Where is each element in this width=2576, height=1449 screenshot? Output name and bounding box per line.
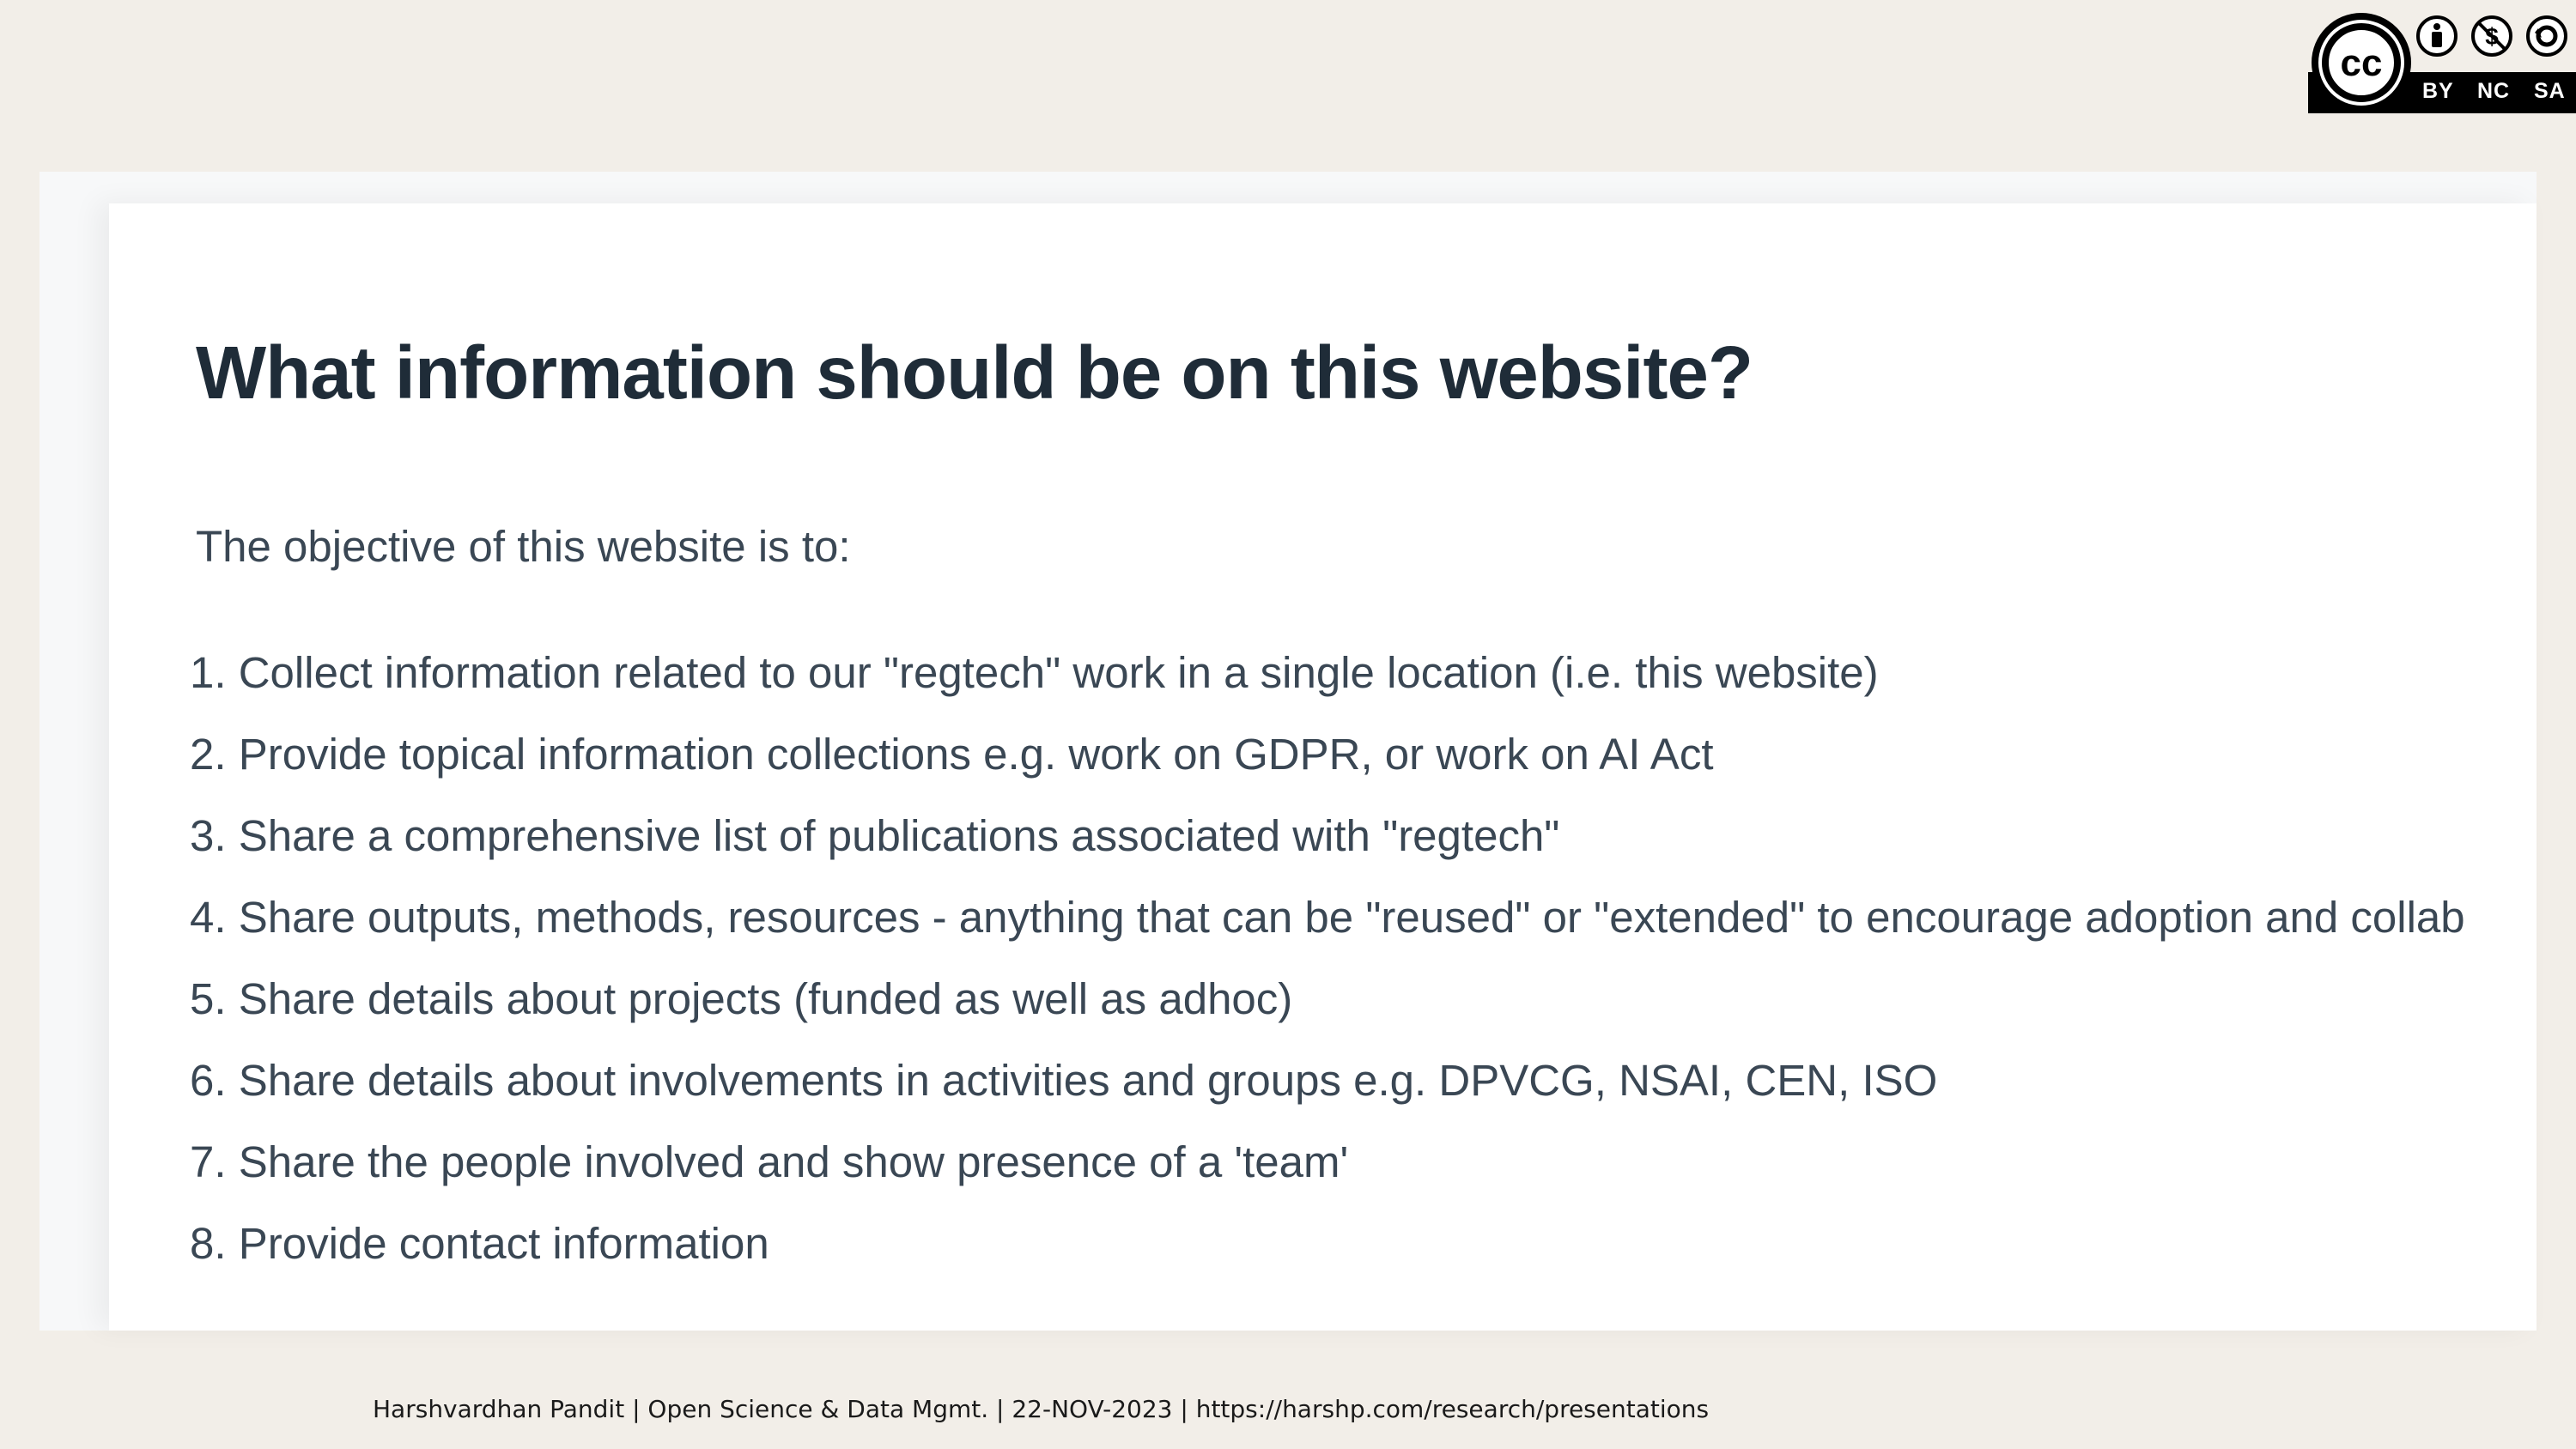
list-item: 8. Provide contact information	[190, 1217, 2465, 1299]
list-item: 3. Share a comprehensive list of publica…	[190, 809, 2465, 891]
list-item-text: Share a comprehensive list of publicatio…	[238, 811, 1560, 860]
objectives-list: 1. Collect information related to our "r…	[190, 646, 2465, 1299]
list-item-number: 3.	[190, 811, 227, 860]
list-item-text: Collect information related to our "regt…	[238, 648, 1879, 697]
list-item-text: Share the people involved and show prese…	[238, 1137, 1349, 1186]
list-item: 4. Share outputs, methods, resources - a…	[190, 891, 2465, 973]
content-card: What information should be on this websi…	[109, 203, 2537, 1331]
svg-text:cc: cc	[2341, 42, 2383, 84]
license-label-nc: NC	[2477, 79, 2511, 103]
list-item: 7. Share the people involved and show pr…	[190, 1136, 2465, 1217]
slide-footer: Harshvardhan Pandit | Open Science & Dat…	[373, 1395, 1710, 1423]
list-item: 2. Provide topical information collectio…	[190, 728, 2465, 809]
intro-text: The objective of this website is to:	[196, 522, 851, 571]
license-label-sa: SA	[2534, 79, 2566, 103]
non-commercial-icon: $	[2471, 15, 2512, 57]
list-item-number: 5.	[190, 974, 227, 1023]
list-item: 6. Share details about involvements in a…	[190, 1054, 2465, 1136]
share-alike-icon	[2526, 15, 2567, 57]
list-item-text: Provide contact information	[238, 1219, 769, 1268]
list-item-text: Share details about projects (funded as …	[238, 974, 1293, 1023]
list-item: 1. Collect information related to our "r…	[190, 646, 2465, 728]
list-item-number: 6.	[190, 1056, 227, 1105]
list-item-number: 8.	[190, 1219, 227, 1268]
list-item-number: 7.	[190, 1137, 227, 1186]
website-screenshot: What information should be on this websi…	[39, 172, 2537, 1331]
list-item-text: Share outputs, methods, resources - anyt…	[238, 893, 2465, 942]
list-item-text: Share details about involvements in acti…	[238, 1056, 1938, 1105]
list-item-number: 2.	[190, 730, 227, 779]
list-item-number: 4.	[190, 893, 227, 942]
license-label-by: BY	[2422, 79, 2454, 103]
list-item-text: Provide topical information collections …	[238, 730, 1714, 779]
list-item-number: 1.	[190, 648, 227, 697]
attribution-icon	[2416, 15, 2458, 57]
page-title: What information should be on this websi…	[196, 331, 1753, 415]
cc-license-badge: cc $ BY NC SA	[2308, 0, 2576, 113]
list-item: 5. Share details about projects (funded …	[190, 973, 2465, 1054]
